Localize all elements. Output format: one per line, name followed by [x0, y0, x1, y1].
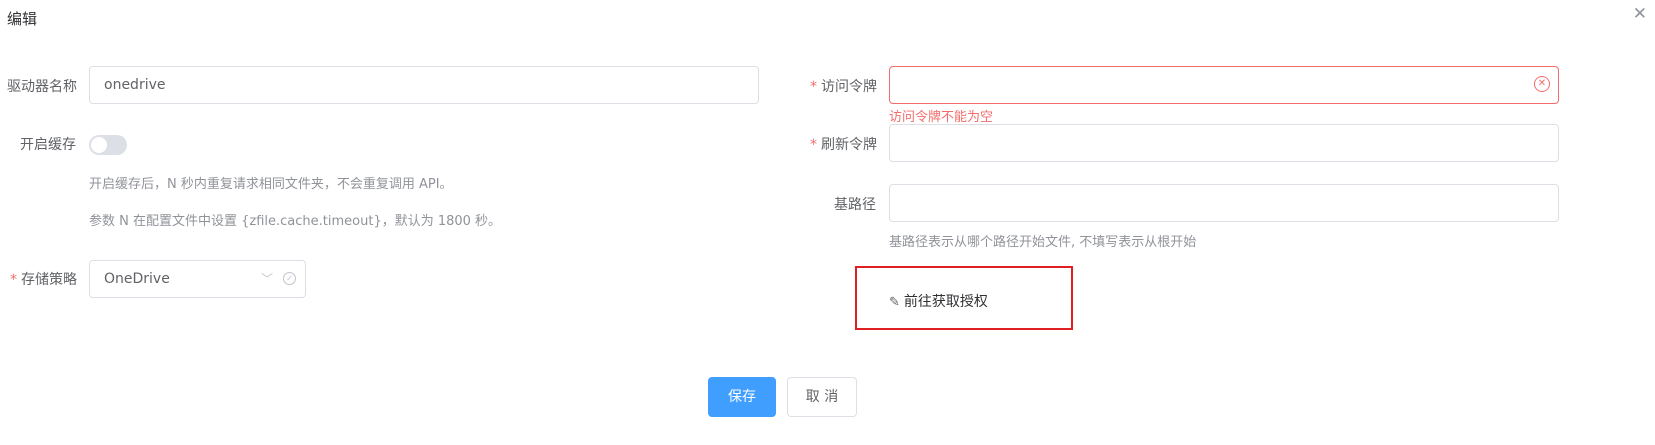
circle-check-icon: ✓ [283, 272, 296, 285]
refresh-token-label-text: 刷新令牌 [821, 137, 877, 153]
edit-icon: ✎ [889, 295, 900, 310]
storage-label-text: 存储策略 [21, 272, 77, 288]
chevron-down-icon: ﹀ [260, 272, 273, 286]
cache-hint-2: 参数 N 在配置文件中设置 {zfile.cache.timeout}，默认为 … [89, 214, 502, 229]
close-icon[interactable]: ✕ [1633, 3, 1647, 25]
base-path-hint: 基路径表示从哪个路径开始文件, 不填写表示从根开始 [889, 235, 1197, 250]
required-mark: * [810, 137, 817, 153]
access-token-error: 访问令牌不能为空 [889, 110, 994, 125]
storage-label: * 存储策略 [10, 269, 77, 289]
edit-dialog: 编辑 ✕ 驱动器名称 onedrive 开启缓存 开启缓存后，N 秒内重复请求相… [0, 0, 1655, 445]
base-path-label: 基路径 [834, 197, 876, 213]
access-token-label: * 访问令牌 [810, 76, 877, 96]
get-auth-link[interactable]: ✎ 前往获取授权 [889, 291, 988, 311]
save-button[interactable]: 保存 [708, 377, 776, 417]
get-auth-link-label: 前往获取授权 [903, 294, 988, 310]
refresh-token-label: * 刷新令牌 [810, 134, 877, 154]
driver-name-label: 驱动器名称 [7, 79, 77, 95]
cache-toggle[interactable] [89, 135, 127, 155]
cache-label: 开启缓存 [20, 137, 76, 153]
dialog-title: 编辑 [7, 10, 38, 28]
access-token-label-text: 访问令牌 [821, 79, 877, 95]
base-path-input[interactable] [889, 184, 1559, 222]
cancel-button[interactable]: 取 消 [787, 377, 857, 417]
cache-hint-1: 开启缓存后，N 秒内重复请求相同文件夹，不会重复调用 API。 [89, 177, 453, 192]
circle-close-icon: ✕ [1534, 76, 1550, 92]
storage-select-value: OneDrive [104, 271, 170, 287]
access-token-input[interactable]: ✕ [889, 66, 1559, 104]
driver-name-input[interactable]: onedrive [89, 66, 759, 104]
required-mark: * [10, 272, 17, 288]
refresh-token-input[interactable] [889, 124, 1559, 162]
storage-select[interactable]: OneDrive ﹀ ✓ [89, 260, 306, 298]
required-mark: * [810, 79, 817, 95]
toggle-knob [91, 137, 107, 153]
